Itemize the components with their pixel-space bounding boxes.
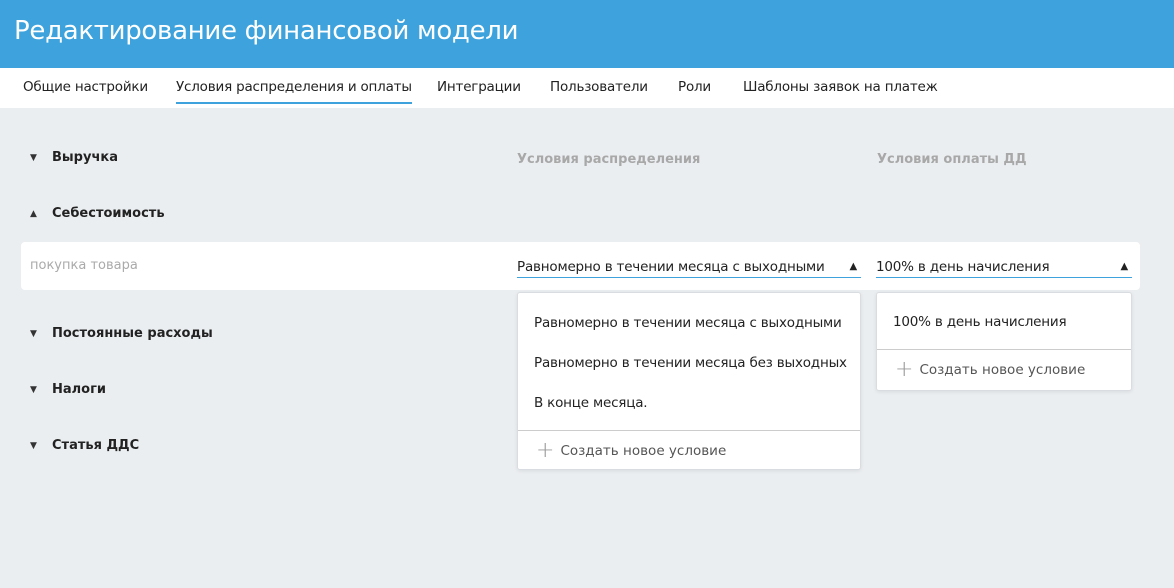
payment-select[interactable]: 100% в день начисления ▲ [876,256,1132,278]
section-fixed-costs[interactable]: ▼ Постоянные расходы [30,326,213,341]
create-label: Создать новое условие [560,442,727,459]
tab-general-settings[interactable]: Общие настройки [23,79,148,95]
section-cost[interactable]: ▲ Себестоимость [30,206,165,221]
section-label: Постоянные расходы [52,326,213,341]
section-taxes[interactable]: ▼ Налоги [30,382,106,397]
section-label: Налоги [52,382,107,397]
section-cashflow-item[interactable]: ▼ Статья ДДС [30,438,139,453]
page-header: Редактирование финансовой модели [0,0,1174,68]
payment-option[interactable]: 100% в день начисления [877,302,1131,342]
chevron-down-icon: ▼ [30,384,37,395]
chevron-down-icon: ▼ [30,440,37,451]
distribution-option[interactable]: В конце месяца. [518,383,860,423]
column-header-payment: Условия оплаты ДД [877,152,1027,167]
distribution-dropdown: Равномерно в течении месяца с выходными … [517,292,861,470]
section-label: Выручка [52,150,118,165]
tab-integrations[interactable]: Интеграции [437,79,521,95]
section-label: Статья ДДС [52,438,140,453]
tab-distribution-payment[interactable]: Условия распределения и оплаты [176,79,412,104]
distribution-select[interactable]: Равномерно в течении месяца с выходными ▲ [517,256,861,278]
column-header-distribution: Условия распределения [517,152,701,167]
create-label: Создать новое условие [919,361,1086,378]
tab-roles[interactable]: Роли [678,79,711,95]
distribution-option[interactable]: Равномерно в течении месяца без выходных [518,343,860,383]
distribution-option[interactable]: Равномерно в течении месяца с выходными [518,303,860,343]
payment-dropdown: 100% в день начисления + Создать новое ус… [876,292,1132,391]
plus-icon: + [895,356,914,382]
plus-icon: + [536,437,555,463]
tab-users[interactable]: Пользователи [550,79,648,95]
chevron-up-icon: ▲ [30,208,37,219]
payment-value: 100% в день начисления [876,258,1050,275]
chevron-down-icon: ▼ [30,152,37,163]
row-name-input[interactable]: покупка товара [30,258,138,273]
chevron-up-icon: ▲ [1120,261,1129,272]
create-condition-button[interactable]: + Создать новое условие [877,349,1131,389]
chevron-up-icon: ▲ [849,261,858,272]
section-label: Себестоимость [52,206,165,221]
section-revenue[interactable]: ▼ Выручка [30,150,118,165]
distribution-value: Равномерно в течении месяца с выходными [517,258,825,275]
tab-payment-templates[interactable]: Шаблоны заявок на платеж [743,79,938,95]
create-condition-button[interactable]: + Создать новое условие [518,430,860,470]
chevron-down-icon: ▼ [30,328,37,339]
page-title: Редактирование финансовой модели [14,16,519,46]
tab-bar: Общие настройки Условия распределения и … [0,68,1174,108]
